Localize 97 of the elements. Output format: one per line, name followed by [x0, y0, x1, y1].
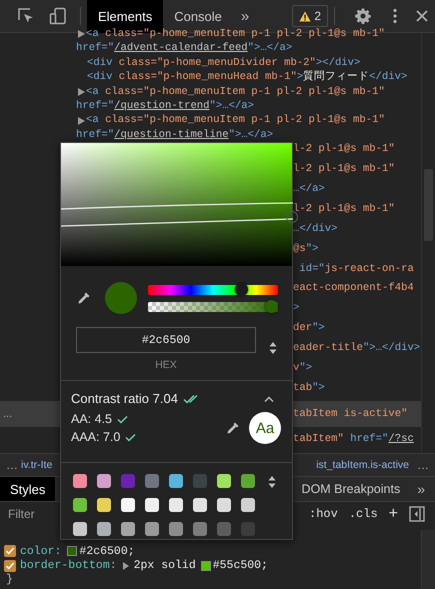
color-swatch[interactable]: [145, 498, 159, 512]
node-menu-dots[interactable]: ...: [0, 406, 12, 422]
code-line[interactable]: <div class="p-home_menuHead mb-1">質問フィード</div>: [0, 70, 408, 85]
expand-arrow-icon[interactable]: [122, 562, 129, 570]
code-line[interactable]: <a class="p-home_menuItem p-1 pl-2 pl-1@s mb-1": [0, 113, 385, 128]
code-line[interactable]: eader-title">…</div>: [293, 341, 420, 356]
color-swatch[interactable]: [145, 522, 159, 536]
caret-icon[interactable]: [264, 396, 274, 402]
color-swatch[interactable]: [145, 474, 159, 488]
sidebar-toggle-icon[interactable]: [409, 506, 425, 522]
property-value[interactable]: 2px solid: [134, 559, 196, 572]
color-swatch[interactable]: [97, 498, 111, 512]
color-swatch[interactable]: [73, 522, 87, 536]
contrast-ratio-label: Contrast ratio 7.04: [71, 391, 178, 406]
color-swatch[interactable]: [241, 498, 255, 512]
color-swatch[interactable]: [121, 474, 135, 488]
color-swatch[interactable]: [97, 474, 111, 488]
slider-thumb[interactable]: [234, 283, 248, 296]
eyedropper-icon[interactable]: [77, 291, 91, 305]
eyedropper-icon[interactable]: [226, 421, 240, 435]
property-value[interactable]: #55c500;: [212, 559, 268, 572]
color-swatch[interactable]: [121, 522, 135, 536]
color-swatch[interactable]: [217, 522, 231, 536]
property-value[interactable]: #2c6500;: [79, 544, 135, 558]
code-line[interactable]: <div class="p-home_menuDivider mb-2"></div>: [0, 56, 360, 70]
code-line[interactable]: tabItem" href="/?sc: [293, 432, 414, 447]
color-swatch[interactable]: [169, 474, 183, 488]
warning-icon: [299, 10, 312, 22]
color-swatch[interactable]: [73, 498, 87, 512]
sidebar-tab[interactable]: Styles: [0, 477, 56, 501]
color-swatch[interactable]: [241, 522, 255, 536]
slider-thumb[interactable]: [265, 300, 278, 313]
expand-arrow-icon[interactable]: [78, 88, 85, 96]
color-swatch[interactable]: [169, 522, 183, 536]
warnings-badge[interactable]: 2: [292, 5, 328, 27]
menu-icon[interactable]: [393, 8, 397, 24]
close-icon[interactable]: [416, 10, 428, 22]
format-switch-icon[interactable]: [269, 341, 277, 355]
code-line[interactable]: id="js-react-on-ra: [293, 262, 414, 276]
hue-slider[interactable]: [148, 283, 278, 296]
property-checkbox[interactable]: [4, 560, 16, 572]
format-label: HEX: [155, 359, 177, 371]
new-rule-button[interactable]: +: [388, 505, 398, 523]
code-line[interactable]: tab">: [293, 381, 325, 396]
expand-arrow-icon[interactable]: [78, 116, 85, 125]
color-swatch[interactable]: [67, 546, 78, 556]
class-button[interactable]: .cls: [348, 507, 378, 521]
breadcrumb-overflow[interactable]: …: [0, 458, 21, 472]
color-swatch[interactable]: [121, 498, 135, 512]
hover-state-button[interactable]: :hov: [309, 507, 338, 521]
contrast-level-label: AA: 4.5: [71, 412, 112, 426]
code-line[interactable]: href="/question-trend">…</a>: [0, 98, 254, 114]
color-preview: [105, 282, 137, 314]
color-swatch[interactable]: [200, 560, 211, 571]
color-swatch[interactable]: [169, 498, 183, 512]
hex-field[interactable]: #2c6500: [76, 327, 256, 353]
color-swatch[interactable]: [97, 522, 111, 536]
color-swatch[interactable]: [241, 474, 255, 488]
property-name[interactable]: color:: [20, 544, 62, 558]
color-swatch[interactable]: [193, 522, 207, 536]
code-line[interactable]: href="/question-timeline">…</a>: [0, 128, 274, 142]
more-tabs-button[interactable]: »: [403, 481, 435, 497]
code-line[interactable]: v">: [293, 361, 312, 376]
closing-brace: }: [5, 573, 14, 587]
color-swatch[interactable]: [193, 474, 207, 488]
color-cursor[interactable]: [286, 211, 298, 224]
color-swatch[interactable]: [193, 498, 207, 512]
code-line[interactable]: l-2 pl-1@s mb-1": [293, 162, 395, 177]
code-line[interactable]: …</a>: [293, 182, 325, 197]
code-line[interactable]: tabItem is-active": [293, 406, 408, 422]
code-line[interactable]: …</div>: [293, 222, 338, 236]
code-line[interactable]: eact-component-f4b4: [293, 281, 414, 296]
inspect-icon[interactable]: [17, 7, 35, 25]
color-swatch[interactable]: [217, 498, 231, 512]
opacity-slider[interactable]: [148, 300, 278, 313]
code-line[interactable]: @s">: [293, 242, 318, 256]
color-swatch[interactable]: [217, 474, 231, 488]
property-checkbox[interactable]: [4, 545, 16, 558]
contrast-level-label: AAA: 7.0: [71, 430, 120, 444]
property-name[interactable]: border-bottom:: [20, 559, 117, 572]
code-line[interactable]: l-2 pl-1@s mb-1": [293, 142, 395, 157]
sidebar-tab[interactable]: DOM Breakpoints: [298, 477, 404, 501]
code-line[interactable]: href="/advent-calendar-feed">…</a>: [0, 41, 292, 56]
code-line[interactable]: l-2 pl-1@s mb-1": [293, 202, 395, 216]
device-icon[interactable]: [49, 7, 67, 25]
breadcrumb-item[interactable]: iv.tr-Ite: [21, 459, 52, 471]
more-tabs-button[interactable]: »: [232, 8, 258, 24]
code-line[interactable]: <a class="p-home_menuItem p-1 pl-2 pl-1@s mb-1": [0, 84, 385, 99]
color-swatch[interactable]: [73, 474, 87, 488]
palette-switch-icon[interactable]: [268, 475, 276, 489]
breadcrumb-item[interactable]: ist_tabItem.is-active: [316, 459, 409, 471]
expand-arrow-icon[interactable]: [78, 30, 85, 38]
code-line[interactable]: der">: [293, 321, 325, 336]
settings-icon[interactable]: [355, 8, 371, 24]
breadcrumb-overflow[interactable]: …: [409, 458, 435, 472]
text-preview: Aa: [249, 412, 281, 444]
code-line[interactable]: >: [293, 301, 300, 316]
